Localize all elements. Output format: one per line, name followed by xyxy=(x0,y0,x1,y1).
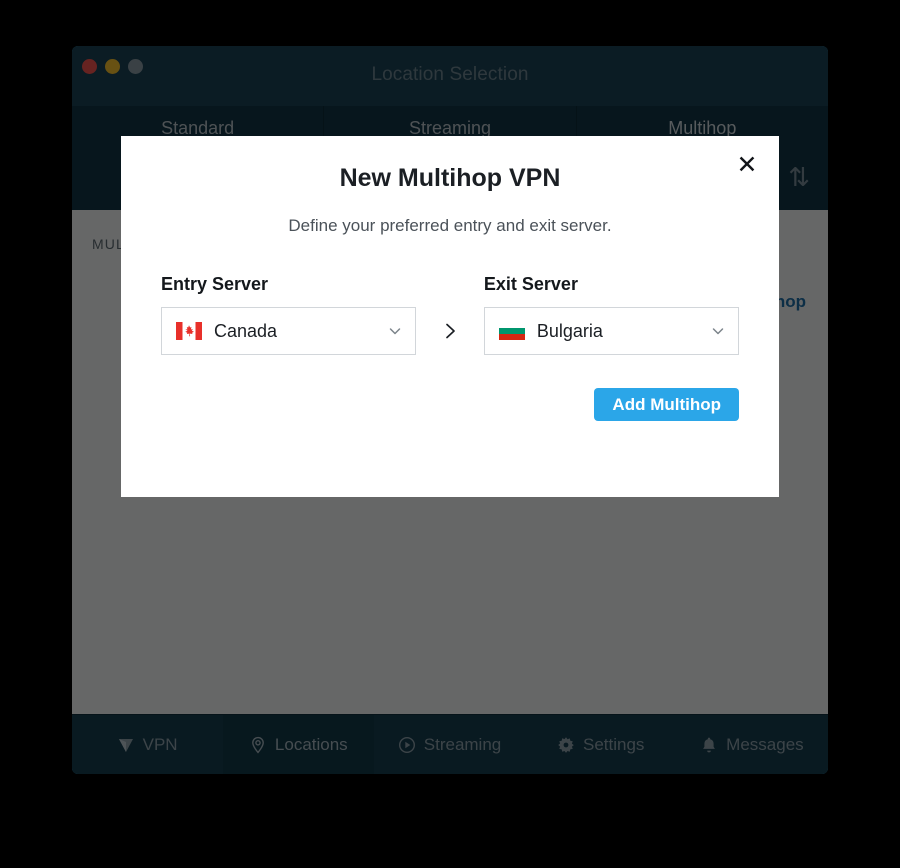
dialog-subtitle: Define your preferred entry and exit ser… xyxy=(121,216,779,236)
dialog-actions: Add Multihop xyxy=(121,388,779,421)
flag-canada-icon xyxy=(176,322,202,340)
server-fields: Entry Server Canada xyxy=(121,274,779,355)
exit-server-field: Exit Server Bulgaria xyxy=(484,274,739,355)
entry-server-field: Entry Server Canada xyxy=(161,274,416,355)
add-multihop-button[interactable]: Add Multihop xyxy=(594,388,739,421)
entry-server-label: Entry Server xyxy=(161,274,416,295)
chevron-down-icon xyxy=(387,323,403,339)
entry-server-select[interactable]: Canada xyxy=(161,307,416,355)
chevron-right-icon xyxy=(416,307,484,355)
exit-server-value: Bulgaria xyxy=(537,321,710,342)
exit-server-label: Exit Server xyxy=(484,274,739,295)
close-icon[interactable]: ✕ xyxy=(733,150,761,178)
chevron-down-icon xyxy=(710,323,726,339)
new-multihop-dialog: ✕ New Multihop VPN Define your preferred… xyxy=(121,136,779,497)
flag-bulgaria-icon xyxy=(499,322,525,340)
dialog-title: New Multihop VPN xyxy=(121,164,779,193)
screen: Location Selection Standard Streaming Mu… xyxy=(0,0,900,868)
entry-server-value: Canada xyxy=(214,321,387,342)
exit-server-select[interactable]: Bulgaria xyxy=(484,307,739,355)
